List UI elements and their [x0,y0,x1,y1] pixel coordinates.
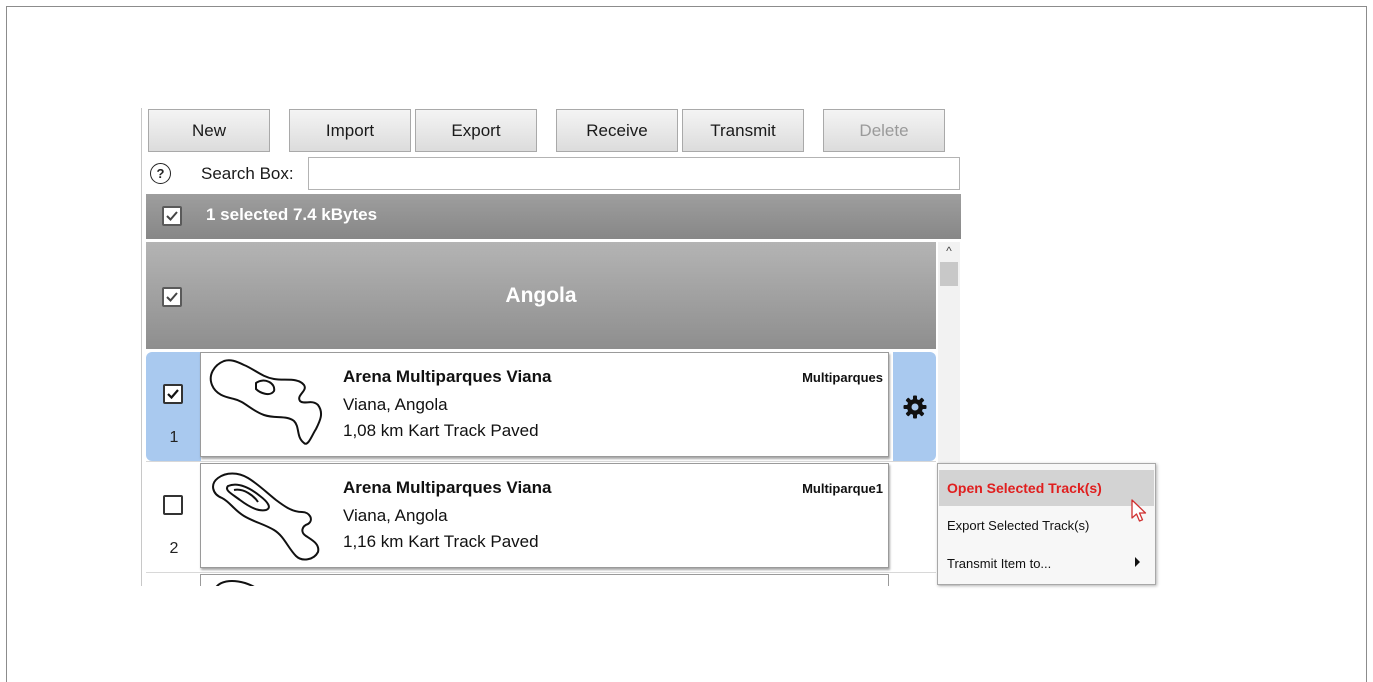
track-checkbox[interactable] [163,495,183,515]
delete-button[interactable]: Delete [823,109,945,152]
checkmark-icon [167,389,179,400]
row-divider [146,572,936,573]
help-glyph: ? [156,166,165,181]
group-title: Angola [505,284,577,307]
checkmark-icon [166,211,178,221]
track-tag: Multiparque1 [802,481,883,496]
menu-item-export-selected-tracks[interactable]: Export Selected Track(s) [939,507,1154,543]
menu-item-label: Transmit Item to... [947,555,1052,571]
track-tag: Multiparques [802,370,883,385]
menu-item-transmit-item-to[interactable]: Transmit Item to... [939,545,1154,581]
search-label: Search Box: [201,164,294,183]
track-number: 2 [169,540,179,557]
import-button[interactable]: Import [289,109,411,152]
track-card[interactable]: Arena Multiparques Viana Viana, Angola 1… [200,463,889,568]
new-button[interactable]: New [148,109,270,152]
transmit-button[interactable]: Transmit [682,109,804,152]
row-divider [146,461,936,462]
mouse-cursor-icon [1131,499,1147,522]
menu-item-label: Export Selected Track(s) [947,517,1090,533]
track-card[interactable]: Arena Multiparques Viana Viana, Angola 1… [200,352,889,457]
help-circle-icon[interactable]: ? [150,163,171,184]
track-map-thumbnail [215,580,255,586]
scroll-up-arrow-icon[interactable]: ^ [938,242,960,260]
search-input[interactable] [308,157,960,190]
selection-summary-text: 1 selected 7.4 kBytes [206,205,378,224]
context-menu: Open Selected Track(s) Export Selected T… [937,463,1156,585]
triangle-right-icon [1135,557,1140,567]
track-map-thumbnail [209,359,323,445]
track-location: Viana, Angola [343,395,448,414]
receive-button[interactable]: Receive [556,109,678,152]
track-name: Arena Multiparques Viana [343,367,552,386]
track-card-partial[interactable] [200,574,889,586]
gear-icon [903,395,926,418]
scrollbar-thumb[interactable] [940,262,958,286]
track-map-thumbnail [212,472,320,561]
track-info: 1,16 km Kart Track Paved [343,532,539,551]
track-info: 1,08 km Kart Track Paved [343,421,539,440]
track-settings-button[interactable] [893,352,936,461]
panel-border [141,108,142,586]
track-number: 1 [169,429,179,446]
track-location: Viana, Angola [343,506,448,525]
track-checkbox[interactable] [163,384,183,404]
track-name: Arena Multiparques Viana [343,478,552,497]
menu-item-label: Open Selected Track(s) [947,480,1102,496]
menu-item-open-selected-tracks[interactable]: Open Selected Track(s) [939,470,1154,506]
export-button[interactable]: Export [415,109,537,152]
select-all-checkbox[interactable] [162,206,182,226]
